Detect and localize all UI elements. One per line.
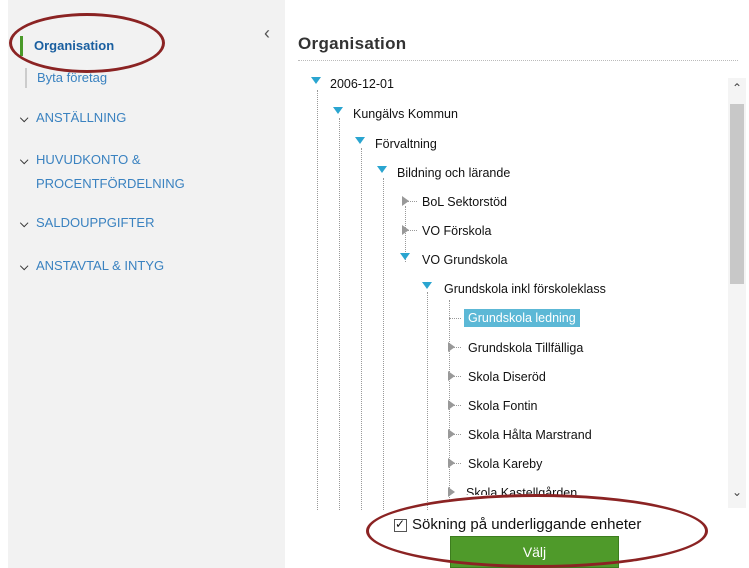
collapse-arrow-icon[interactable] — [402, 225, 409, 235]
expand-arrow-icon[interactable] — [311, 77, 321, 84]
tree-node[interactable]: Skola Diseröd — [468, 368, 546, 386]
tree-node[interactable]: Kungälvs Kommun — [353, 105, 458, 123]
search-subunits-checkbox[interactable] — [394, 515, 407, 533]
tree-node[interactable]: Skola Kastellgården — [466, 484, 577, 495]
collapse-arrow-icon[interactable] — [448, 371, 455, 381]
tree-scrollbar[interactable]: ⌃ ⌄ — [728, 78, 746, 508]
tree-node[interactable]: Skola Hålta Marstrand — [468, 426, 592, 444]
tree-node[interactable]: Skola Fontin — [468, 397, 537, 415]
expand-arrow-icon[interactable] — [422, 282, 432, 289]
collapse-arrow-icon[interactable] — [448, 400, 455, 410]
nav-section-anstallning[interactable]: ⌵ ANSTÄLLNING — [20, 106, 126, 131]
nav-section-label-line2: PROCENTFÖRDELNING — [36, 176, 185, 191]
page-title: Organisation — [298, 34, 407, 53]
tree-guide — [449, 318, 461, 319]
expand-arrow-icon[interactable] — [333, 107, 343, 114]
search-subunits-option[interactable]: Sökning på underliggande enheter — [394, 515, 642, 534]
expand-arrow-icon[interactable] — [355, 137, 365, 144]
chevron-down-icon: ⌵ — [20, 218, 29, 230]
collapse-arrow-icon[interactable] — [448, 429, 455, 439]
tree-node[interactable]: Skola Kareby — [468, 455, 542, 473]
select-button[interactable]: Välj — [450, 536, 619, 568]
sidebar-item-label: Organisation — [34, 38, 115, 53]
tree-node[interactable]: VO Grundskola — [422, 251, 507, 269]
tree-node-selected[interactable]: Grundskola ledning — [464, 309, 580, 327]
tree-node[interactable]: 2006-12-01 — [330, 75, 394, 93]
nav-section-anstavtal[interactable]: ⌵ ANSTAVTAL & INTYG — [20, 254, 164, 279]
sidebar-item-label: Byta företag — [37, 70, 108, 85]
tree-node[interactable]: Förvaltning — [375, 135, 437, 153]
chevron-down-icon: ⌵ — [20, 261, 29, 273]
collapse-arrow-icon[interactable] — [448, 342, 455, 352]
nav-section-label: SALDOUPPGIFTER — [36, 215, 155, 230]
scrollbar-thumb[interactable] — [730, 104, 744, 284]
tree-guide — [427, 292, 428, 510]
collapse-arrow-icon[interactable] — [448, 487, 455, 497]
tree-node[interactable]: VO Förskola — [422, 222, 491, 240]
tree-node[interactable]: Bildning och lärande — [397, 164, 510, 182]
chevron-up-icon[interactable]: ⌃ — [728, 80, 746, 96]
nav-section-label: ANSTÄLLNING — [36, 110, 127, 125]
nav-section-saldouppgifter[interactable]: ⌵ SALDOUPPGIFTER — [20, 211, 154, 236]
tree-node[interactable]: Grundskola Tillfälliga — [468, 339, 583, 357]
chevron-down-icon[interactable]: ⌄ — [728, 484, 746, 500]
tree-node-clip: Skola Kastellgården — [466, 484, 577, 495]
chevron-left-icon[interactable]: ‹ — [260, 24, 274, 42]
collapse-arrow-icon[interactable] — [448, 458, 455, 468]
tree-node[interactable]: Grundskola inkl förskoleklass — [444, 280, 606, 298]
sidebar-item-organisation[interactable]: Organisation — [20, 36, 114, 56]
tree-guide — [383, 178, 384, 510]
sidebar: ‹ Organisation Byta företag ⌵ ANSTÄLLNING… — [8, 0, 285, 568]
search-subunits-label: Sökning på underliggande enheter — [412, 516, 642, 533]
sidebar-item-byta-foretag[interactable]: Byta företag — [25, 68, 107, 88]
divider — [298, 60, 738, 61]
expand-arrow-icon[interactable] — [377, 166, 387, 173]
tree-guide — [361, 148, 362, 510]
expand-arrow-icon[interactable] — [400, 253, 410, 260]
tree-guide — [317, 90, 318, 510]
collapse-arrow-icon[interactable] — [402, 196, 409, 206]
chevron-down-icon: ⌵ — [20, 113, 29, 125]
nav-section-label: ANSTAVTAL & INTYG — [36, 258, 165, 273]
tree-guide — [339, 118, 340, 510]
nav-section-label: HUVUDKONTO & — [36, 152, 141, 167]
tree-node[interactable]: BoL Sektorstöd — [422, 193, 507, 211]
nav-section-huvudkonto[interactable]: ⌵ HUVUDKONTO & PROCENTFÖRDELNING — [20, 148, 185, 196]
chevron-down-icon: ⌵ — [20, 155, 29, 167]
